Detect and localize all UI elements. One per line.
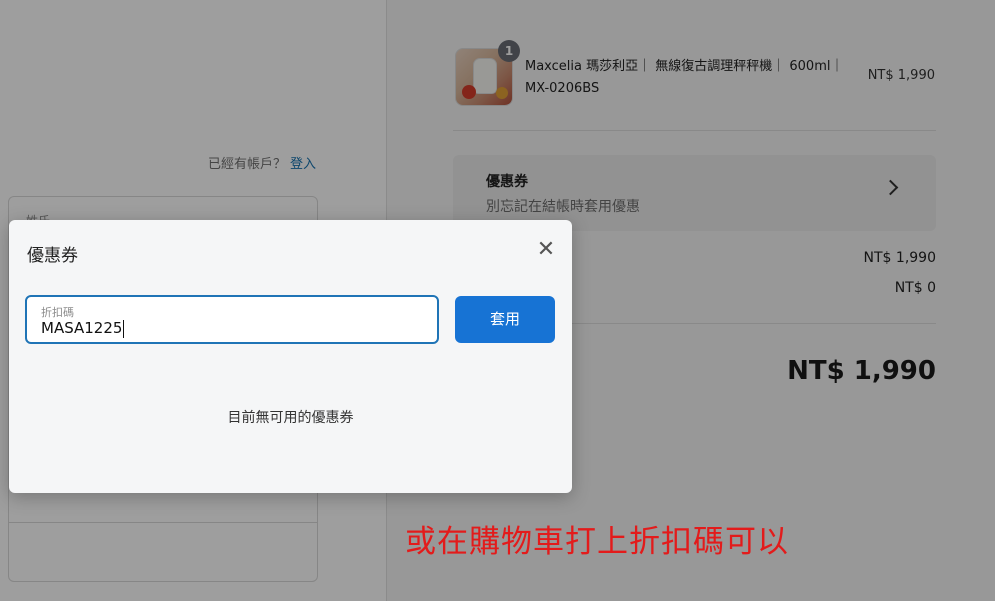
discount-code-field[interactable]: 折扣碼 MASA1225 [25, 295, 439, 344]
close-icon[interactable]: ✕ [536, 239, 556, 261]
annotation-text: 或在購物車打上折扣碼可以 [405, 524, 789, 560]
discount-code-label: 折扣碼 [41, 306, 74, 319]
coupon-modal: 優惠券 ✕ 折扣碼 MASA1225 套用 目前無可用的優惠券 [9, 220, 572, 493]
apply-button[interactable]: 套用 [455, 296, 555, 343]
empty-coupons-message: 目前無可用的優惠券 [227, 410, 354, 426]
modal-title: 優惠券 [27, 246, 78, 266]
discount-code-value: MASA1225 [41, 319, 123, 337]
text-caret [123, 319, 125, 338]
discount-code-input[interactable]: MASA1225 [41, 319, 421, 338]
